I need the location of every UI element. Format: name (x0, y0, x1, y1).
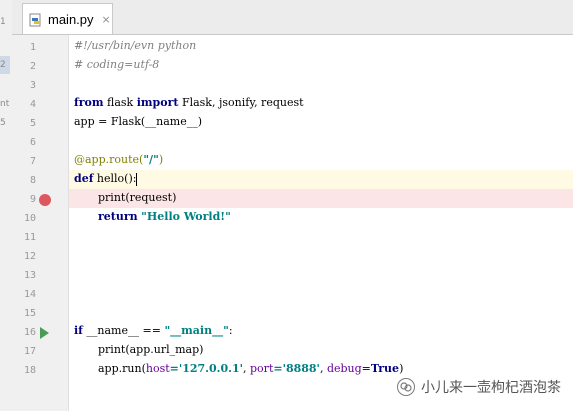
code-token: ) (399, 362, 404, 375)
code-text: print(app.url_map) (98, 343, 203, 356)
code-text: @app.route("/") (74, 153, 163, 166)
line-number: 12 (23, 251, 36, 262)
code-token: debug (326, 362, 362, 375)
close-icon[interactable]: × (102, 13, 111, 26)
code-line[interactable]: if __name__ == "__main__": (69, 322, 573, 341)
code-token: host (145, 362, 170, 375)
line-number: 7 (29, 156, 36, 167)
line-number: 15 (23, 308, 36, 319)
code-token: app.run( (98, 362, 146, 375)
code-token: import (136, 96, 179, 109)
code-token: hello(): (93, 172, 137, 185)
code-token: # coding=utf-8 (74, 58, 160, 71)
code-token: True (370, 362, 400, 375)
code-token: "__main__" (164, 324, 229, 337)
line-number: 4 (29, 99, 36, 110)
strip-tick: 1 (0, 17, 6, 27)
line-number: 1 (29, 42, 36, 53)
code-text: print(request) (98, 191, 176, 204)
watermark-text: 小儿来一壶枸杞酒泡茶 (421, 380, 561, 396)
code-token: return (98, 210, 138, 223)
tab-main-py[interactable]: main.py × (22, 3, 113, 34)
code-token: ='8888' (273, 362, 320, 375)
code-token: : (228, 324, 233, 337)
editor-gutter[interactable]: 1 2 3 4 5 6 7 8 9 10 11 12 13 14 15 16 17 18 (12, 35, 69, 411)
code-token: if (74, 324, 83, 337)
code-token: print(request) (98, 191, 177, 204)
code-token: , (319, 362, 327, 375)
code-token: @app.route( (74, 153, 144, 166)
code-line[interactable]: @app.route("/") (69, 151, 573, 170)
code-token: = (361, 362, 371, 375)
code-text: # coding=utf-8 (74, 58, 159, 71)
code-token: , (243, 362, 251, 375)
run-icon[interactable] (40, 327, 49, 339)
code-token: "Hello World!" (141, 210, 231, 223)
code-token: #!/usr/bin/evn python (74, 39, 197, 52)
code-token: Flask, jsonify, request (178, 96, 304, 109)
code-token: ='127.0.0.1' (169, 362, 244, 375)
code-line[interactable]: return "Hello World!" (69, 208, 573, 227)
text-caret (136, 172, 138, 186)
line-number: 5 (29, 118, 36, 129)
tab-label: main.py (48, 11, 94, 27)
code-text: return "Hello World!" (98, 210, 231, 223)
code-token: ) (158, 153, 164, 166)
python-file-icon (29, 12, 43, 27)
watermark: 小儿来一壶枸杞酒泡茶 (397, 377, 561, 397)
code-token: __name__ == (82, 324, 165, 337)
code-text: app = Flask(__name__) (74, 115, 202, 128)
code-line[interactable]: print(app.url_map) (69, 341, 573, 360)
line-number: 10 (23, 213, 36, 224)
line-number: 2 (29, 61, 36, 72)
code-editor[interactable]: #!/usr/bin/evn python # coding=utf-8 from … (69, 35, 573, 411)
wechat-logo-icon (397, 378, 415, 396)
line-number: 8 (29, 175, 36, 186)
strip-tick: 2 (0, 60, 6, 70)
code-token: flask (103, 96, 137, 109)
code-text: from flask import Flask, jsonify, reques… (74, 96, 304, 109)
code-token: port (250, 362, 274, 375)
code-line[interactable]: from flask import Flask, jsonify, reques… (69, 94, 573, 113)
line-number: 13 (23, 270, 36, 281)
code-text: def hello(): (74, 172, 138, 186)
line-number: 17 (23, 346, 36, 357)
code-token: print(app.url_map) (98, 343, 204, 356)
code-line[interactable]: print(request) (69, 189, 573, 208)
line-number: 6 (29, 137, 36, 148)
code-line[interactable]: #!/usr/bin/evn python (69, 37, 573, 56)
code-text: #!/usr/bin/evn python (74, 39, 196, 52)
code-token: def (74, 172, 94, 185)
code-text: if __name__ == "__main__": (74, 324, 233, 337)
strip-tick: 5 (0, 118, 6, 128)
code-line[interactable]: def hello(): (69, 170, 573, 189)
strip-tick: nt (0, 99, 10, 109)
line-number: 14 (23, 289, 36, 300)
code-token: "/" (143, 153, 159, 166)
code-line[interactable]: app = Flask(__name__) (69, 113, 573, 132)
code-text: app.run(host='127.0.0.1', port='8888', d… (98, 362, 403, 375)
line-number: 16 (23, 327, 36, 338)
editor-tab-bar: main.py × (12, 0, 573, 35)
breakpoint-icon[interactable] (39, 194, 51, 206)
line-number: 11 (23, 232, 36, 243)
line-number: 9 (29, 194, 36, 205)
line-number: 18 (23, 365, 36, 376)
line-number: 3 (29, 80, 36, 91)
code-token: from (74, 96, 104, 109)
code-line[interactable]: # coding=utf-8 (69, 56, 573, 75)
code-token: app = Flask(__name__) (74, 115, 203, 128)
